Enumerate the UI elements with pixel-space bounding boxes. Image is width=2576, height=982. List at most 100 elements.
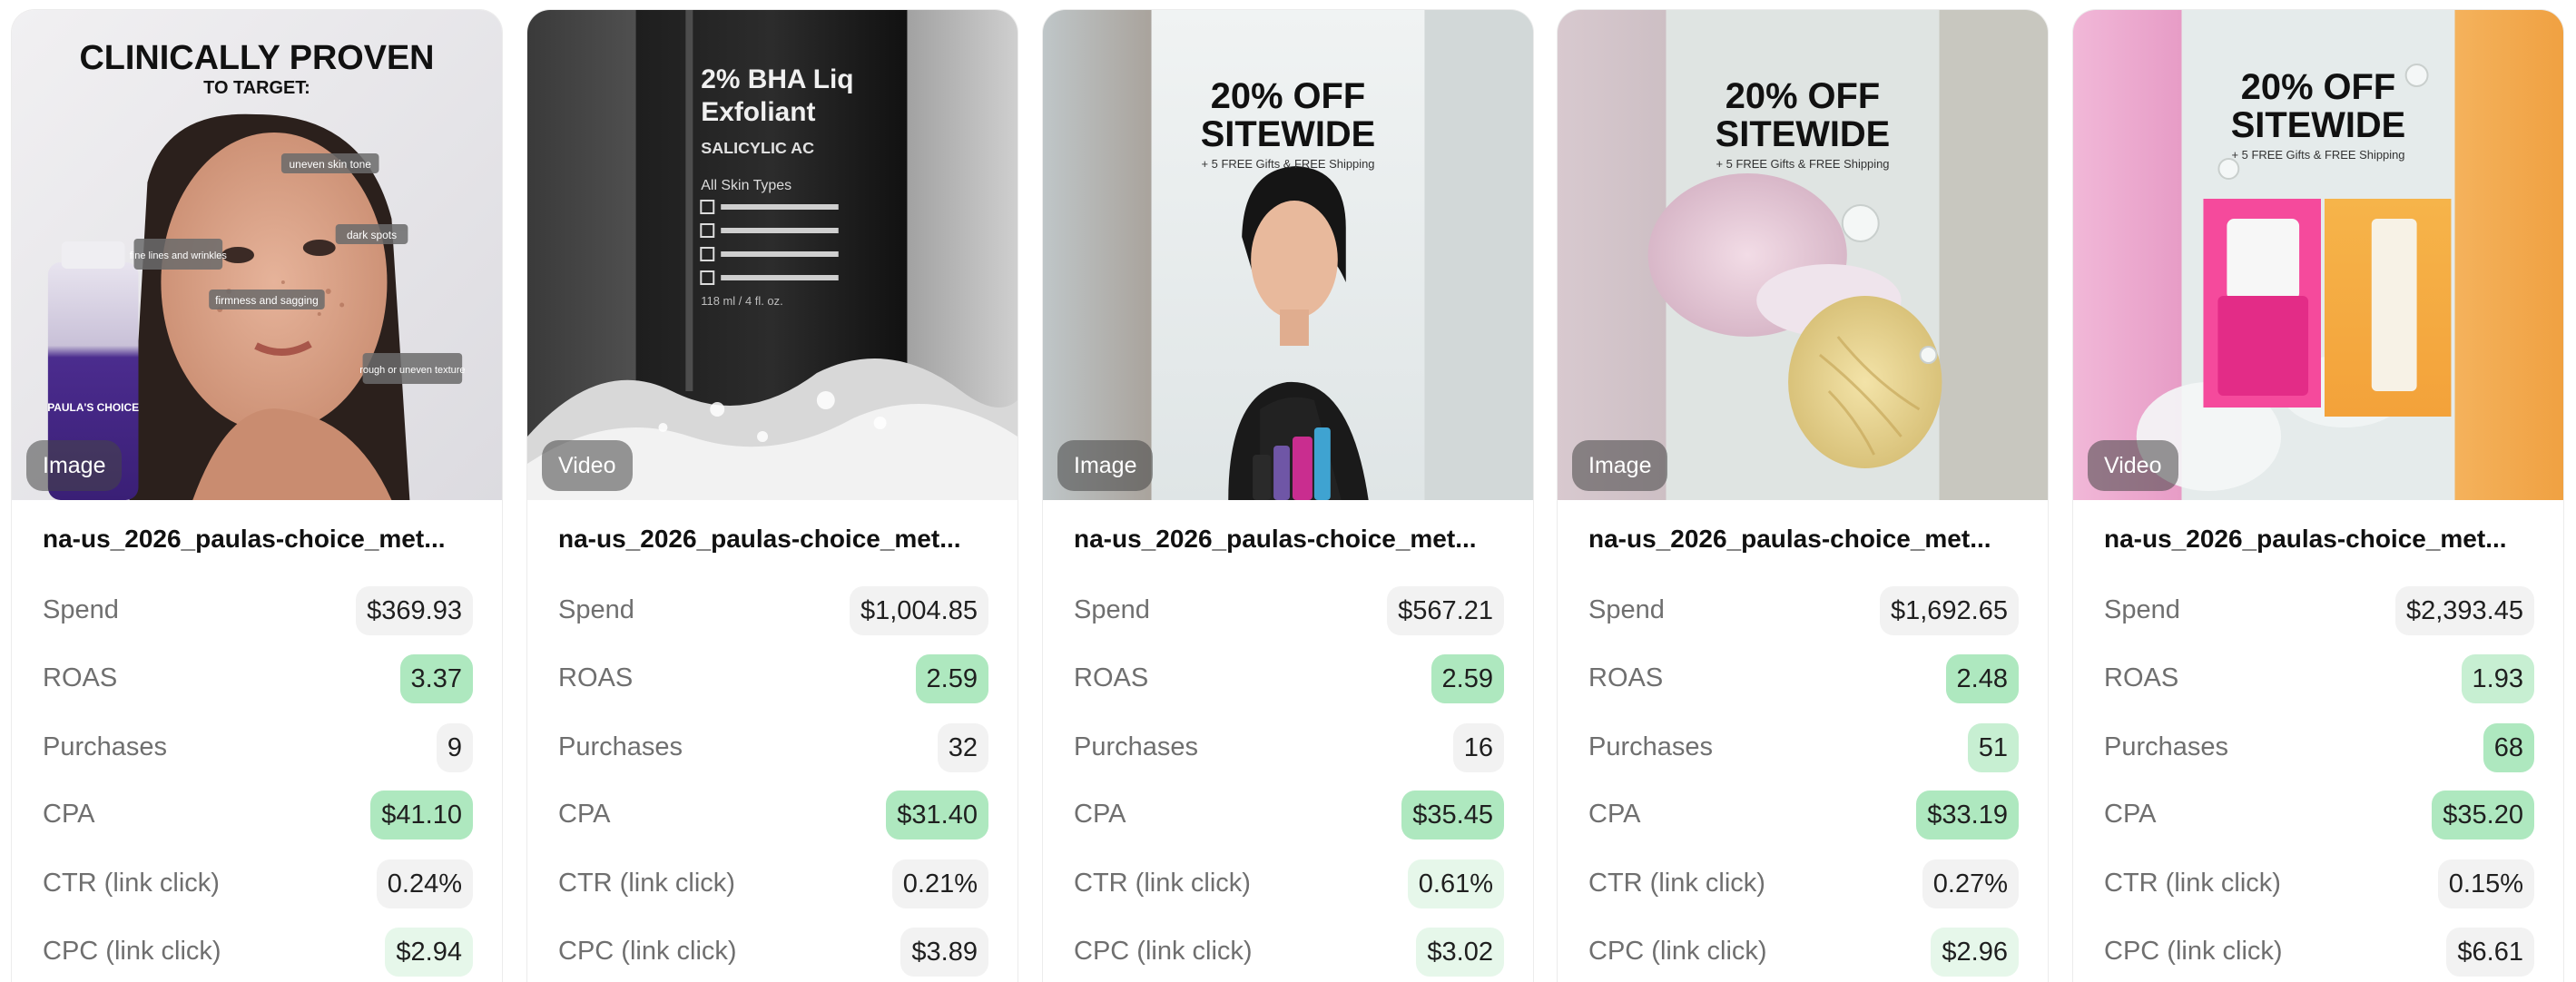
metric-label: Spend <box>558 595 634 624</box>
metric-cpc: CPC (link click) $3.02 <box>1074 924 1504 978</box>
metric-ctr: CTR (link click) 0.27% <box>1588 856 2019 910</box>
metric-value: 3.37 <box>399 654 473 703</box>
metric-label: CPA <box>558 800 611 829</box>
metric-value: 0.15% <box>2437 859 2534 908</box>
metric-value: $33.19 <box>1916 791 2019 840</box>
metric-label: Purchases <box>43 732 168 761</box>
metric-value: $6.61 <box>2446 928 2534 977</box>
metric-label: CPC (link click) <box>43 937 221 966</box>
metric-label: Purchases <box>558 732 683 761</box>
metric-label: CTR (link click) <box>1588 869 1765 898</box>
metric-value: 2.59 <box>1431 654 1504 703</box>
svg-text:+ 5 FREE Gifts & FREE Shipping: + 5 FREE Gifts & FREE Shipping <box>1716 157 1889 171</box>
metric-label: ROAS <box>2104 663 2179 692</box>
metric-cpc: CPC (link click) $2.96 <box>1588 924 2019 978</box>
creative-thumbnail[interactable]: 20% OFF SITEWIDE + 5 FREE Gifts & FREE S… <box>1043 10 1533 500</box>
creative-name[interactable]: na-us_2026_paulas-choice_met... <box>1588 525 2022 554</box>
metric-label: CTR (link click) <box>1074 869 1251 898</box>
svg-text:+ 5 FREE Gifts & FREE Shipping: + 5 FREE Gifts & FREE Shipping <box>1201 157 1374 171</box>
metric-value: $369.93 <box>356 586 473 635</box>
thumbnail-image: 20% OFF SITEWIDE + 5 FREE Gifts & FREE S… <box>1043 10 1533 500</box>
creative-thumbnail[interactable]: 2% BHA Liq Exfoliant SALICYLIC AC All Sk… <box>527 10 1018 500</box>
creative-thumbnail[interactable]: 20% OFF SITEWIDE + 5 FREE Gifts & FREE S… <box>2073 10 2563 500</box>
creative-thumbnail[interactable]: CLINICALLY PROVEN TO TARGET: uneven skin… <box>12 10 502 500</box>
thumbnail-image: 20% OFF SITEWIDE + 5 FREE Gifts & FREE S… <box>1558 10 2048 500</box>
metric-spend: Spend $369.93 <box>43 583 473 637</box>
metric-value: 32 <box>937 723 988 772</box>
metric-label: CPC (link click) <box>1588 937 1767 966</box>
svg-text:fine lines and wrinkles: fine lines and wrinkles <box>130 250 228 261</box>
metric-cpa: CPA $35.20 <box>2104 787 2534 841</box>
metric-value: 9 <box>436 723 473 772</box>
metric-purchases: Purchases 51 <box>1588 720 2019 774</box>
creative-name[interactable]: na-us_2026_paulas-choice_met... <box>558 525 992 554</box>
creative-card[interactable]: 2% BHA Liq Exfoliant SALICYLIC AC All Sk… <box>526 9 1018 982</box>
svg-text:20% OFF: 20% OFF <box>1726 76 1880 116</box>
metric-label: CTR (link click) <box>43 869 220 898</box>
metric-value: 0.27% <box>1922 859 2019 908</box>
metric-value: $2.94 <box>385 928 473 977</box>
metric-value: $2,393.45 <box>2394 586 2534 635</box>
media-type-badge: Video <box>2088 440 2178 491</box>
metric-label: CPC (link click) <box>1074 937 1253 966</box>
metric-label: Purchases <box>1074 732 1199 761</box>
creative-card[interactable]: CLINICALLY PROVEN TO TARGET: uneven skin… <box>11 9 503 982</box>
metric-label: CPA <box>1588 800 1641 829</box>
metric-roas: ROAS 2.59 <box>558 651 988 705</box>
metric-label: ROAS <box>1588 663 1664 692</box>
metric-value: $35.45 <box>1401 791 1504 840</box>
metric-value: $35.20 <box>2432 791 2534 840</box>
metric-value: $1,692.65 <box>1879 586 2019 635</box>
creative-card[interactable]: 20% OFF SITEWIDE + 5 FREE Gifts & FREE S… <box>2072 9 2564 982</box>
metric-label: Spend <box>1588 595 1665 624</box>
metric-spend: Spend $1,692.65 <box>1588 583 2019 637</box>
metric-value: $3.89 <box>900 928 988 977</box>
svg-text:2% BHA Liq: 2% BHA Liq <box>701 64 853 94</box>
metric-value: 16 <box>1452 723 1504 772</box>
svg-text:+ 5 FREE Gifts & FREE Shipping: + 5 FREE Gifts & FREE Shipping <box>2231 148 2404 162</box>
metric-label: CTR (link click) <box>2104 869 2281 898</box>
metric-purchases: Purchases 9 <box>43 720 473 774</box>
svg-text:TO TARGET:: TO TARGET: <box>203 78 310 98</box>
creative-name[interactable]: na-us_2026_paulas-choice_met... <box>1074 525 1508 554</box>
metric-roas: ROAS 2.48 <box>1588 651 2019 705</box>
svg-text:PAULA'S CHOICE: PAULA'S CHOICE <box>47 401 139 414</box>
metric-value: 0.61% <box>1407 859 1504 908</box>
metric-spend: Spend $1,004.85 <box>558 583 988 637</box>
creative-name[interactable]: na-us_2026_paulas-choice_met... <box>2104 525 2538 554</box>
metric-value: $3.02 <box>1416 928 1504 977</box>
metric-spend: Spend $2,393.45 <box>2104 583 2534 637</box>
svg-text:118 ml / 4 fl. oz.: 118 ml / 4 fl. oz. <box>701 294 782 308</box>
metric-cpa: CPA $33.19 <box>1588 787 2019 841</box>
creative-card[interactable]: 20% OFF SITEWIDE + 5 FREE Gifts & FREE S… <box>1557 9 2049 982</box>
metric-cpa: CPA $41.10 <box>43 787 473 841</box>
metric-purchases: Purchases 32 <box>558 720 988 774</box>
metric-label: CTR (link click) <box>558 869 735 898</box>
metric-value: $2.96 <box>1931 928 2019 977</box>
creative-grid: CLINICALLY PROVEN TO TARGET: uneven skin… <box>11 9 2565 982</box>
metric-label: ROAS <box>43 663 118 692</box>
svg-text:20% OFF: 20% OFF <box>2241 67 2395 107</box>
svg-text:SITEWIDE: SITEWIDE <box>1201 114 1376 154</box>
metric-label: Purchases <box>2104 732 2229 761</box>
creative-name[interactable]: na-us_2026_paulas-choice_met... <box>43 525 477 554</box>
metric-roas: ROAS 1.93 <box>2104 651 2534 705</box>
svg-text:dark spots: dark spots <box>347 229 397 241</box>
metric-ctr: CTR (link click) 0.15% <box>2104 856 2534 910</box>
metric-cpc: CPC (link click) $2.94 <box>43 924 473 978</box>
creative-thumbnail[interactable]: 20% OFF SITEWIDE + 5 FREE Gifts & FREE S… <box>1558 10 2048 500</box>
metric-ctr: CTR (link click) 0.61% <box>1074 856 1504 910</box>
metric-value: 1.93 <box>2461 654 2534 703</box>
svg-text:SALICYLIC AC: SALICYLIC AC <box>701 139 814 157</box>
metric-label: CPA <box>2104 800 2157 829</box>
metric-roas: ROAS 2.59 <box>1074 651 1504 705</box>
svg-text:All Skin Types: All Skin Types <box>701 178 791 193</box>
metric-label: CPA <box>43 800 95 829</box>
thumbnail-image: 20% OFF SITEWIDE + 5 FREE Gifts & FREE S… <box>2073 10 2563 500</box>
media-type-badge: Video <box>542 440 633 491</box>
metric-purchases: Purchases 68 <box>2104 720 2534 774</box>
metric-label: Spend <box>2104 595 2180 624</box>
svg-text:Exfoliant: Exfoliant <box>701 97 815 127</box>
metric-value: 68 <box>2483 723 2534 772</box>
creative-card[interactable]: 20% OFF SITEWIDE + 5 FREE Gifts & FREE S… <box>1042 9 1534 982</box>
